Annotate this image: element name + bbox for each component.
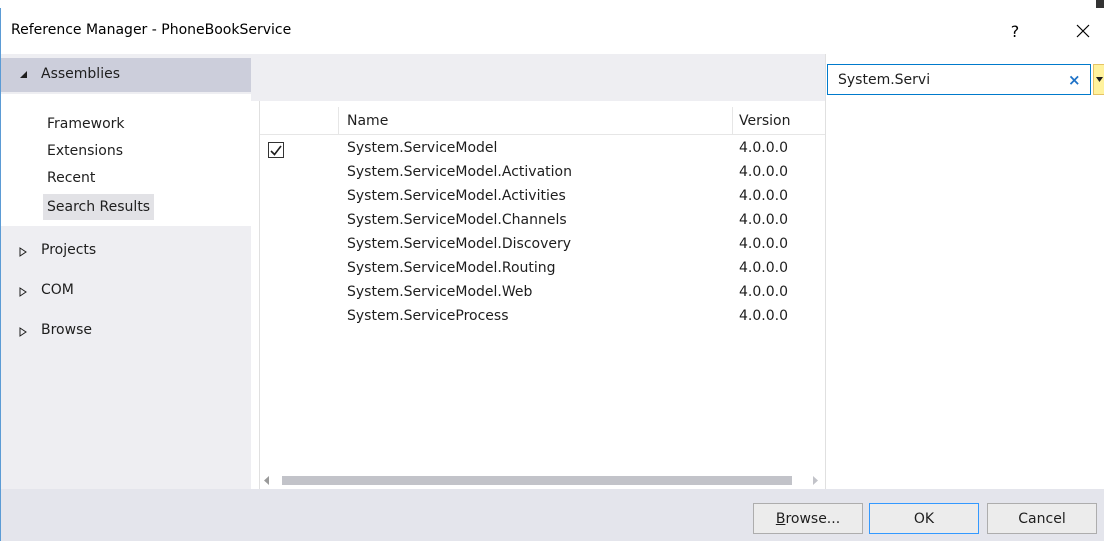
nav-group-projects[interactable]: Projects (1, 238, 251, 266)
nav-item-extensions[interactable]: Extensions (47, 143, 123, 159)
browse-button-label: Browse... (775, 510, 841, 527)
row-version: 4.0.0.0 (739, 188, 788, 204)
table-row[interactable]: System.ServiceModel.Routing 4.0.0.0 (260, 258, 826, 281)
search-input[interactable] (828, 65, 1062, 94)
row-name: System.ServiceModel.Channels (347, 212, 567, 228)
browse-button[interactable]: Browse... (753, 503, 863, 534)
table-row[interactable]: System.ServiceModel.Activities 4.0.0.0 (260, 186, 826, 209)
nav-group-label: COM (41, 282, 74, 298)
nav-item-framework[interactable]: Framework (47, 116, 125, 132)
scroll-right-icon[interactable] (812, 476, 818, 485)
nav-group-label: Projects (41, 242, 97, 258)
table-row[interactable]: System.ServiceModel.Activation 4.0.0.0 (260, 162, 826, 185)
nav-group-label: Browse (41, 322, 92, 338)
column-header-version[interactable]: Version (739, 113, 790, 129)
checkmark-icon (270, 145, 282, 156)
row-version: 4.0.0.0 (739, 140, 788, 156)
ok-button-label: OK (913, 510, 935, 527)
row-version: 4.0.0.0 (739, 212, 788, 228)
assemblies-subitems: Framework Extensions Recent Search Resul… (1, 94, 251, 226)
nav-group-com[interactable]: COM (1, 278, 251, 306)
help-icon: ? (1010, 21, 1020, 41)
table-row[interactable]: System.ServiceModel.Channels 4.0.0.0 (260, 210, 826, 233)
close-button[interactable] (1065, 16, 1101, 46)
window-title: Reference Manager - PhoneBookService (11, 22, 292, 38)
search-options-dropdown[interactable] (1093, 64, 1104, 95)
nav-group-label: Assemblies (41, 66, 120, 82)
nav-item-recent[interactable]: Recent (47, 170, 95, 186)
row-checkbox[interactable] (268, 142, 284, 158)
clear-search-icon[interactable]: × (1068, 71, 1081, 89)
row-name: System.ServiceModel (347, 140, 498, 156)
list-header: Name Version (260, 107, 826, 135)
collapsed-triangle-icon (19, 247, 27, 257)
nav-item-search-results[interactable]: Search Results (43, 194, 155, 220)
cancel-button-label: Cancel (1018, 510, 1066, 527)
column-separator[interactable] (338, 107, 339, 135)
assembly-list: Name Version System.ServiceModel 4.0.0.0… (259, 101, 826, 489)
close-icon (1076, 24, 1090, 38)
table-row[interactable]: System.ServiceModel 4.0.0.0 (260, 138, 826, 161)
left-nav: Assemblies Framework Extensions Recent S… (1, 54, 251, 489)
list-toolbar-band (251, 54, 825, 101)
scroll-left-icon[interactable] (264, 476, 270, 485)
column-separator[interactable] (732, 107, 733, 135)
collapsed-triangle-icon (19, 327, 27, 337)
dialog-footer: Browse... OK Cancel (1, 489, 1104, 541)
row-name: System.ServiceModel.Routing (347, 260, 556, 276)
chevron-down-icon (1096, 77, 1103, 82)
row-name: System.ServiceProcess (347, 308, 509, 324)
reference-manager-dialog: Reference Manager - PhoneBookService ? A… (0, 8, 1104, 541)
row-version: 4.0.0.0 (739, 260, 788, 276)
table-row[interactable]: System.ServiceModel.Discovery 4.0.0.0 (260, 234, 826, 257)
title-bar[interactable]: Reference Manager - PhoneBookService ? (1, 8, 1104, 54)
cancel-button[interactable]: Cancel (987, 503, 1097, 534)
table-row[interactable]: System.ServiceModel.Web 4.0.0.0 (260, 282, 826, 305)
horizontal-scrollbar[interactable] (260, 471, 826, 489)
row-name: System.ServiceModel.Activities (347, 188, 566, 204)
row-version: 4.0.0.0 (739, 164, 788, 180)
ok-button[interactable]: OK (869, 503, 979, 534)
nav-group-browse[interactable]: Browse (1, 318, 251, 346)
row-name: System.ServiceModel.Activation (347, 164, 572, 180)
row-name: System.ServiceModel.Discovery (347, 236, 572, 252)
column-header-name[interactable]: Name (347, 113, 388, 129)
nav-group-assemblies[interactable]: Assemblies (1, 58, 251, 92)
scrollbar-thumb[interactable] (282, 476, 792, 485)
row-version: 4.0.0.0 (739, 236, 788, 252)
collapsed-triangle-icon (19, 287, 27, 297)
row-version: 4.0.0.0 (739, 284, 788, 300)
help-button[interactable]: ? (997, 16, 1033, 46)
row-version: 4.0.0.0 (739, 308, 788, 324)
row-name: System.ServiceModel.Web (347, 284, 533, 300)
search-box[interactable]: × (827, 64, 1091, 95)
table-row[interactable]: System.ServiceProcess 4.0.0.0 (260, 306, 826, 329)
details-pane (825, 54, 1104, 489)
expanded-triangle-icon (20, 71, 27, 78)
